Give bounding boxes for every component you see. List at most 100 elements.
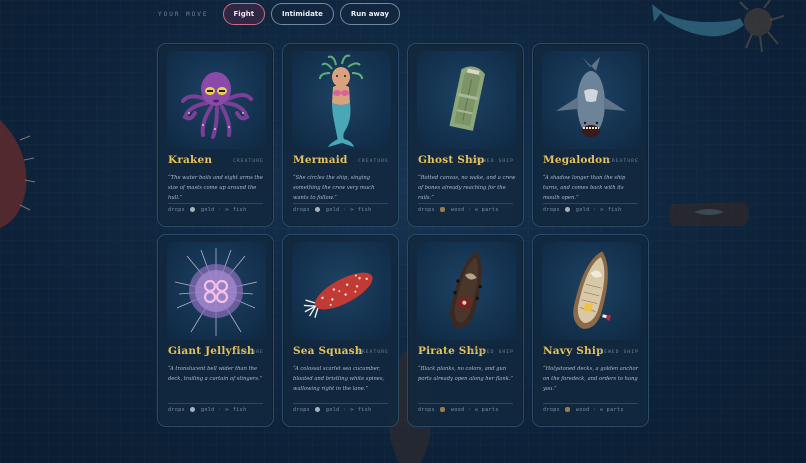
card-type-label: CREATURE <box>233 159 264 164</box>
ghost-ship-art <box>417 51 516 149</box>
drop-separator: · <box>342 207 347 213</box>
drop-item: gold <box>200 207 215 213</box>
card-title: Mermaid <box>293 154 348 166</box>
intimidate-button[interactable]: Intimidate <box>271 3 334 25</box>
gold-coin-icon <box>315 407 321 412</box>
drop-item: wood <box>575 407 590 413</box>
drop-item: fish <box>232 207 247 213</box>
wrench-icon: ⚒ <box>474 407 479 413</box>
card-kraken[interactable]: Kraken CREATURE “The water boils and eig… <box>157 43 274 227</box>
card-type-label: CREWED SHIP <box>471 350 514 355</box>
card-drops: drops gold · ⋗ fish <box>293 207 372 213</box>
drops-label: drops <box>168 207 186 213</box>
drop-separator: · <box>467 407 472 413</box>
card-title: Kraken <box>168 154 213 166</box>
encounter-grid: Kraken CREATURE “The water boils and eig… <box>157 43 649 427</box>
run-away-button[interactable]: Run away <box>339 3 400 25</box>
card-drops: drops wood · ⚒ parts <box>418 407 499 413</box>
megalodon-art <box>542 51 641 149</box>
card-drops: drops gold · ⋗ fish <box>168 407 247 413</box>
card-drops: drops gold · ⋗ fish <box>293 407 372 413</box>
card-sea-squash[interactable]: Sea Squash CREATURE “A colossal scarlet … <box>282 234 399 427</box>
card-drops: drops gold · ⋗ fish <box>543 207 622 213</box>
card-mermaid[interactable]: Mermaid CREATURE “She circles the ship, … <box>282 43 399 227</box>
drop-item: gold <box>200 407 215 413</box>
card-pirate-ship[interactable]: Pirate Ship CREWED SHIP “Black planks, n… <box>407 234 524 427</box>
kraken-art <box>167 51 266 149</box>
sea-squash-art <box>292 242 391 340</box>
ghost-ship-icon <box>449 66 485 131</box>
jellyfish-art <box>167 242 266 340</box>
drops-label: drops <box>543 207 561 213</box>
drop-separator: · <box>467 207 472 213</box>
drop-item: parts <box>606 407 624 413</box>
drop-item: fish <box>232 407 247 413</box>
card-description: “The water boils and eight arms the size… <box>168 175 263 201</box>
card-description: “Black planks, no colors, and gun ports … <box>418 366 514 382</box>
fish-icon: ⋗ <box>599 207 605 213</box>
megalodon-icon <box>556 57 626 137</box>
fish-icon: ⋗ <box>224 407 230 413</box>
sea-squash-icon <box>303 272 373 318</box>
card-divider <box>168 403 263 404</box>
drop-separator: · <box>592 207 597 213</box>
wrench-icon: ⚒ <box>599 407 604 413</box>
card-description: “A translucent bell wider than the deck,… <box>168 366 263 382</box>
gold-coin-icon <box>315 207 321 212</box>
card-megalodon[interactable]: Megalodon CREATURE “A shadow longer than… <box>532 43 649 227</box>
drop-separator: · <box>217 407 222 413</box>
card-type-label: CREATURE <box>358 159 389 164</box>
card-drops: drops gold · ⋗ fish <box>168 207 247 213</box>
navy-ship-icon <box>573 251 611 329</box>
background-sea-urchin-icon <box>0 120 36 228</box>
gold-coin-icon <box>190 207 196 212</box>
card-type-label: CREATURE <box>233 350 264 355</box>
card-drops: drops wood · ⚒ parts <box>418 207 499 213</box>
wood-icon <box>565 407 571 412</box>
pirate-ship-icon <box>450 251 483 329</box>
card-description: “A shadow longer than the ship turns, an… <box>543 175 626 201</box>
background-ship-silhouette-icon <box>669 202 749 226</box>
drop-item: fish <box>357 407 372 413</box>
background-mermaid-silhouette-icon <box>652 0 785 53</box>
drop-item: wood <box>450 207 465 213</box>
drops-label: drops <box>418 207 436 213</box>
card-navy-ship[interactable]: Navy Ship CREWED SHIP “Holystoned decks,… <box>532 234 649 427</box>
card-type-label: CREWED SHIP <box>471 159 514 164</box>
card-divider <box>293 203 388 204</box>
mermaid-art <box>292 51 391 149</box>
navy-ship-art <box>542 242 641 340</box>
fish-icon: ⋗ <box>224 207 230 213</box>
gold-coin-icon <box>190 407 196 412</box>
your-move-label: YOUR MOVE <box>158 10 209 18</box>
fight-button[interactable]: Fight <box>222 3 266 25</box>
drop-item: fish <box>607 207 622 213</box>
fish-icon: ⋗ <box>349 207 355 213</box>
drop-item: fish <box>357 207 372 213</box>
kraken-icon <box>181 72 253 139</box>
card-divider <box>293 403 388 404</box>
wrench-icon: ⚒ <box>474 207 479 213</box>
card-description: “A colossal scarlet sea cucumber, bloate… <box>293 366 385 392</box>
drop-separator: · <box>592 407 597 413</box>
card-giant-jellyfish[interactable]: Giant Jellyfish CREATURE “A translucent … <box>157 234 274 427</box>
drop-item: wood <box>450 407 465 413</box>
card-divider <box>168 203 263 204</box>
card-ghost-ship[interactable]: Ghost Ship CREWED SHIP “Rotted canvas, n… <box>407 43 524 227</box>
card-title: Megalodon <box>543 154 611 166</box>
fish-icon: ⋗ <box>349 407 355 413</box>
card-title: Navy Ship <box>543 345 604 357</box>
drop-item: parts <box>481 207 499 213</box>
card-description: “Holystoned decks, a golden anchor on th… <box>543 366 639 392</box>
card-divider <box>418 203 513 204</box>
drops-label: drops <box>293 407 311 413</box>
drop-item: gold <box>325 407 340 413</box>
card-type-label: CREWED SHIP <box>596 350 639 355</box>
drops-label: drops <box>543 407 561 413</box>
drop-item: parts <box>481 407 499 413</box>
move-bar: YOUR MOVE Fight Intimidate Run away <box>158 3 400 25</box>
card-divider <box>543 403 638 404</box>
wood-icon <box>440 207 446 212</box>
card-type-label: CREATURE <box>358 350 389 355</box>
card-description: “She circles the ship, singing something… <box>293 175 375 201</box>
